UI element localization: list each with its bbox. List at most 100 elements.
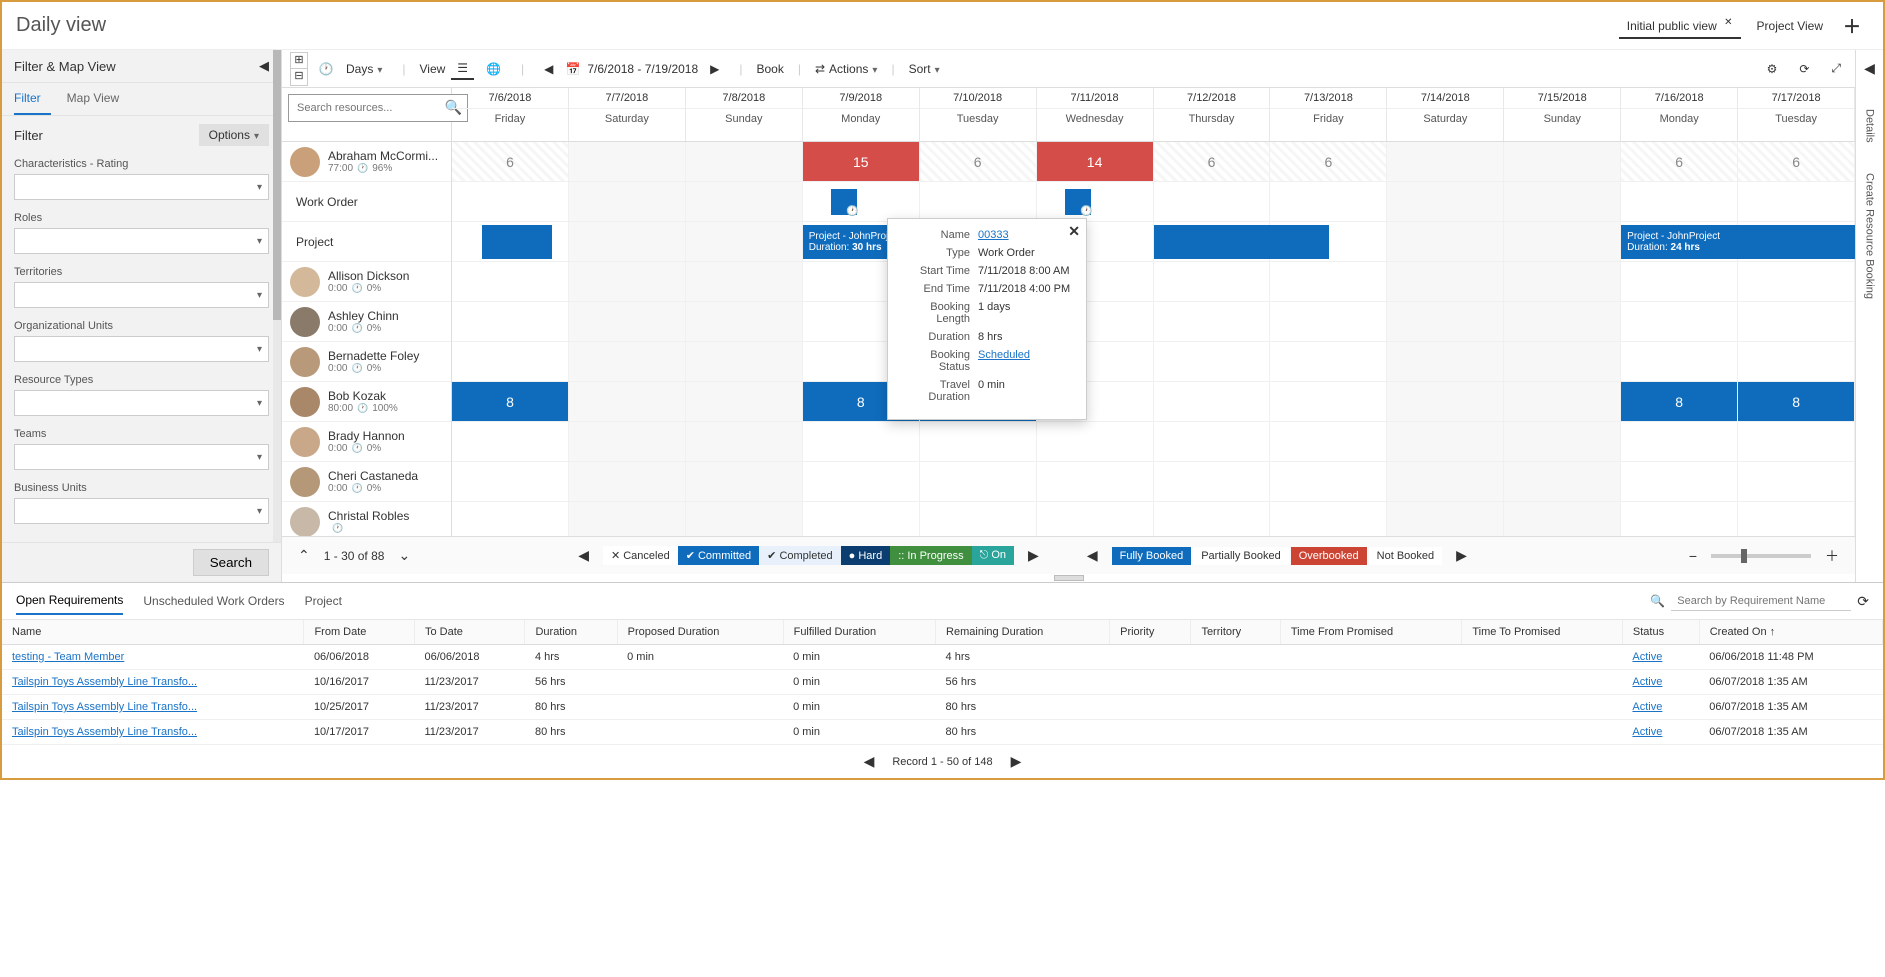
- next-button[interactable]: ▶: [704, 59, 725, 79]
- resource-row[interactable]: Cheri Castaneda 0:000%: [282, 462, 451, 502]
- status-chip[interactable]: ⎋ On: [972, 546, 1014, 565]
- timeline-cell[interactable]: [569, 342, 686, 381]
- timeline-cell[interactable]: [686, 222, 803, 261]
- timeline-cell[interactable]: [1738, 422, 1855, 461]
- status-chip[interactable]: ✔ Committed: [678, 546, 759, 565]
- resource-row[interactable]: Christal Robles: [282, 502, 451, 536]
- resource-row[interactable]: Brady Hannon 0:000%: [282, 422, 451, 462]
- tab-project[interactable]: Project: [305, 588, 342, 614]
- close-icon[interactable]: ✕: [1068, 223, 1080, 240]
- legend2-next[interactable]: ▶: [1450, 545, 1473, 566]
- timeline-cell[interactable]: [452, 182, 569, 221]
- timeline-cell[interactable]: [1387, 462, 1504, 501]
- timeline-cell[interactable]: [452, 302, 569, 341]
- resource-row[interactable]: Bob Kozak 80:00100%: [282, 382, 451, 422]
- tab-map-view[interactable]: Map View: [67, 83, 129, 115]
- timeline-cell[interactable]: 6: [1621, 142, 1738, 181]
- timeline-cell[interactable]: [1270, 262, 1387, 301]
- timeline-cell[interactable]: [569, 222, 686, 261]
- timeline-cell[interactable]: [1621, 422, 1738, 461]
- timeline-cell[interactable]: [1504, 262, 1621, 301]
- timeline-cell[interactable]: [1270, 502, 1387, 536]
- timeline-cell[interactable]: [1154, 182, 1271, 221]
- timeline-cell[interactable]: [452, 502, 569, 536]
- column-header[interactable]: Territory: [1191, 620, 1280, 645]
- status-link[interactable]: Active: [1632, 701, 1662, 713]
- timeline-cell[interactable]: [569, 182, 686, 221]
- timeline-cell[interactable]: [686, 382, 803, 421]
- map-view-button[interactable]: 🌐: [480, 59, 507, 79]
- resource-row[interactable]: Abraham McCormi... 77:0096%: [282, 142, 451, 182]
- timeline-cell[interactable]: [1738, 502, 1855, 536]
- timeline-cell[interactable]: [1504, 382, 1621, 421]
- fullscreen-icon[interactable]: ⤢: [1825, 58, 1847, 79]
- tab-open-requirements[interactable]: Open Requirements: [16, 587, 123, 615]
- column-header[interactable]: Priority: [1110, 620, 1191, 645]
- timeline-cell[interactable]: [686, 502, 803, 536]
- column-header[interactable]: Proposed Duration: [617, 620, 783, 645]
- timeline-cell[interactable]: [569, 262, 686, 301]
- timeline-cell[interactable]: [1387, 142, 1504, 181]
- timeline-cell[interactable]: [1738, 182, 1855, 221]
- project-block[interactable]: [482, 225, 552, 259]
- resource-row[interactable]: Bernadette Foley 0:000%: [282, 342, 451, 382]
- expand-all-button[interactable]: ⊞: [291, 53, 307, 69]
- timeline-cell[interactable]: [1154, 262, 1271, 301]
- options-button[interactable]: Options: [199, 124, 269, 146]
- timeline-cell[interactable]: [569, 502, 686, 536]
- requirement-link[interactable]: testing - Team Member: [12, 651, 124, 663]
- column-header[interactable]: To Date: [414, 620, 525, 645]
- actions-button[interactable]: ⇄ Actions: [809, 59, 883, 79]
- timeline-cell[interactable]: [686, 422, 803, 461]
- search-button[interactable]: Search: [193, 549, 269, 576]
- column-header[interactable]: Time To Promised: [1462, 620, 1623, 645]
- book-button[interactable]: Book: [751, 59, 790, 79]
- tab-unscheduled-wo[interactable]: Unscheduled Work Orders: [143, 588, 284, 614]
- table-prev-icon[interactable]: ◀: [858, 751, 881, 772]
- tooltip-link[interactable]: 00333: [978, 229, 1009, 241]
- close-icon[interactable]: ✕: [1724, 17, 1732, 28]
- timeline-cell[interactable]: [1621, 262, 1738, 301]
- timeline-cell[interactable]: [1270, 182, 1387, 221]
- timeline-cell[interactable]: 8: [1621, 382, 1738, 421]
- legend2-prev[interactable]: ◀: [1081, 545, 1104, 566]
- calendar-icon[interactable]: 📅: [565, 61, 581, 77]
- requirement-link[interactable]: Tailspin Toys Assembly Line Transfo...: [12, 726, 197, 738]
- column-header[interactable]: Fulfilled Duration: [783, 620, 935, 645]
- timeline-cell[interactable]: [1504, 462, 1621, 501]
- timeline-cell[interactable]: [1387, 422, 1504, 461]
- work-order-block[interactable]: [1065, 189, 1091, 215]
- timeline-cell[interactable]: [1154, 342, 1271, 381]
- status-chip[interactable]: ✕ Canceled: [603, 546, 678, 565]
- create-booking-tab[interactable]: Create Resource Booking: [1864, 173, 1876, 299]
- view-tab-initial[interactable]: Initial public view ✕: [1619, 13, 1741, 39]
- status-link[interactable]: Active: [1632, 651, 1662, 663]
- timeline-cell[interactable]: [920, 422, 1037, 461]
- timeline-cell[interactable]: [1154, 382, 1271, 421]
- timeline-cell[interactable]: [686, 302, 803, 341]
- refresh-icon[interactable]: ⟳: [1793, 59, 1815, 79]
- timeline-cell[interactable]: [569, 302, 686, 341]
- timeline-cell[interactable]: [920, 502, 1037, 536]
- timeline-cell[interactable]: 6: [920, 142, 1037, 181]
- resource-subrow[interactable]: Work Order: [282, 182, 451, 222]
- timeline-cell[interactable]: [686, 342, 803, 381]
- splitter-handle[interactable]: [282, 574, 1855, 582]
- timeline-cell[interactable]: [1621, 302, 1738, 341]
- timeline-cell[interactable]: 15: [803, 142, 920, 181]
- timeline-cell[interactable]: [1738, 462, 1855, 501]
- timeline-cell[interactable]: [1154, 422, 1271, 461]
- tooltip-link[interactable]: Scheduled: [978, 349, 1030, 361]
- timeline-cell[interactable]: [1387, 222, 1504, 261]
- column-header[interactable]: From Date: [304, 620, 415, 645]
- work-order-block[interactable]: [831, 189, 857, 215]
- timeline-cell[interactable]: [1738, 342, 1855, 381]
- timeline-cell[interactable]: [1387, 182, 1504, 221]
- project-block[interactable]: [1154, 225, 1329, 259]
- timeline-cell[interactable]: [803, 422, 920, 461]
- timeline-cell[interactable]: [1037, 422, 1154, 461]
- resource-row[interactable]: Ashley Chinn 0:000%: [282, 302, 451, 342]
- resource-row[interactable]: Allison Dickson 0:000%: [282, 262, 451, 302]
- scrollbar-thumb[interactable]: [273, 50, 281, 320]
- pager-up-icon[interactable]: ⌃: [292, 545, 316, 566]
